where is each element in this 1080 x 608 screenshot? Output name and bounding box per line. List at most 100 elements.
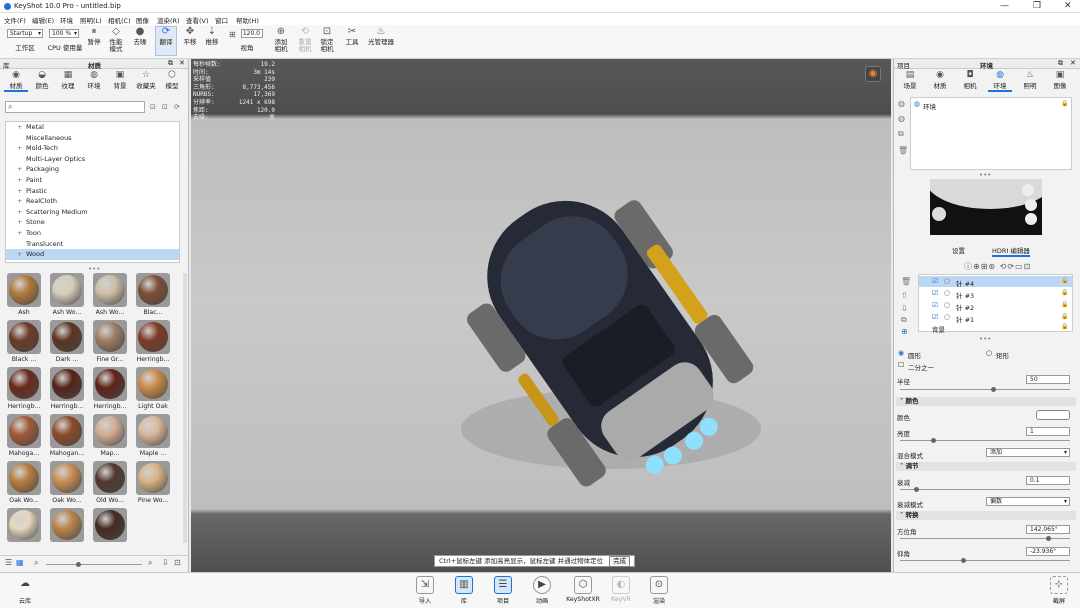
section-transform[interactable]: ˅ 转换	[896, 511, 1076, 520]
checkbox-icon[interactable]: ☑	[932, 313, 938, 321]
checkbox-icon[interactable]: ☑	[932, 289, 938, 297]
thumbnail-size-slider[interactable]	[46, 564, 142, 565]
panel-close-icon[interactable]: ✕	[179, 59, 185, 67]
move-down-icon[interactable]: ⇩	[901, 304, 908, 313]
section-adjust[interactable]: ˅ 调节	[896, 462, 1076, 471]
tree-item-multi-layer-optics[interactable]: Multi-Layer Optics	[6, 154, 179, 165]
pin-row-2[interactable]: ☑ ○ 针 #2 🔒	[919, 300, 1072, 312]
delete-pin-icon[interactable]: 🗑	[901, 277, 911, 286]
tree-item-plastic[interactable]: + Plastic	[6, 186, 179, 197]
import-folder-icon[interactable]: ⊡	[150, 103, 156, 111]
falloff-slider[interactable]	[900, 489, 1070, 490]
material-thumbnail[interactable]: Fine Gr...	[91, 320, 129, 363]
folder-icon[interactable]: ⊡	[1024, 262, 1032, 271]
tab-lighting[interactable]: ♨ 照明	[1018, 70, 1042, 90]
close-button[interactable]: ✕	[1064, 1, 1072, 11]
tab-image[interactable]: ▣ 图像	[1048, 70, 1072, 90]
material-thumbnail[interactable]: Old Wo...	[91, 461, 129, 504]
save-icon[interactable]: ▭	[1015, 262, 1024, 271]
realtime-render-icon[interactable]: ◉	[865, 66, 881, 82]
list-view-icon[interactable]: ☰	[5, 558, 12, 567]
reset-camera-button[interactable]: ⟲ 重置 相机	[294, 27, 316, 53]
menu-image[interactable]: 图像	[136, 15, 149, 25]
pin-row-3[interactable]: ☑ ○ 针 #3 🔒	[919, 288, 1072, 300]
menu-environment[interactable]: 环境	[60, 15, 73, 25]
tab-textures[interactable]: ▦ 纹理	[56, 70, 80, 90]
environment-item[interactable]: ◍ 环境 🔒	[911, 100, 1071, 111]
download-icon[interactable]: ⇩	[162, 558, 169, 567]
hdri-preview[interactable]	[930, 179, 1042, 235]
lock-icon[interactable]: 🔒	[1061, 323, 1068, 330]
render-viewport[interactable]: 每秒帧数: 19.2 时间: 3m 14s 采样值 239 三角形: 8,773,456 NUR…	[191, 59, 891, 572]
add-pin-icon[interactable]: ⊕	[973, 262, 981, 271]
lock-camera-button[interactable]: ⊡ 锁定 相机	[316, 27, 338, 53]
splitter-handle[interactable]: •••	[979, 335, 991, 343]
half-checkbox[interactable]: ☐	[898, 361, 904, 369]
tools-button[interactable]: ✂ 工具	[344, 27, 360, 46]
falloff-input[interactable]: 0.1	[1026, 476, 1070, 485]
menu-view[interactable]: 查看(V)	[186, 15, 209, 25]
pause-button[interactable]: ⏸ 暂停	[86, 27, 102, 46]
material-thumbnail[interactable]: Pine Wo...	[134, 461, 172, 504]
tab-scene[interactable]: ▤ 场景	[898, 70, 922, 90]
tab-camera[interactable]: ◘ 相机	[958, 70, 982, 90]
panel-close-icon[interactable]: ✕	[1070, 59, 1076, 67]
section-color[interactable]: ˅ 颜色	[896, 397, 1076, 406]
tree-item-stone[interactable]: + Stone	[6, 217, 179, 228]
tab-backplates[interactable]: ▣ 背景	[108, 70, 132, 90]
move-up-icon[interactable]: ⇧	[901, 291, 908, 300]
lock-icon[interactable]: 🔒	[1061, 313, 1068, 320]
splitter-handle[interactable]: •••	[88, 265, 100, 273]
material-thumbnail[interactable]	[48, 508, 86, 544]
cpu-usage-select[interactable]: 100 %	[49, 29, 79, 38]
tab-favorites[interactable]: ☆ 收藏夹	[134, 70, 158, 90]
color-swatch[interactable]	[1036, 410, 1070, 420]
target-icon[interactable]: ⊕	[901, 327, 908, 336]
workspace-select[interactable]: Startup	[7, 29, 43, 38]
material-thumbnail[interactable]: Ash	[5, 273, 43, 316]
tree-item-miscellaneous[interactable]: Miscellaneous	[6, 133, 179, 144]
tab-settings[interactable]: 设置	[952, 245, 965, 255]
tree-item-paint[interactable]: + Paint	[6, 175, 179, 186]
material-thumbnail[interactable]: Map...	[91, 414, 129, 457]
render-button[interactable]: ⊙ 渲染	[644, 576, 674, 605]
tree-item-metal[interactable]: + Metal	[6, 122, 179, 133]
material-thumbnail[interactable]: Oak Wo...	[48, 461, 86, 504]
lock-icon[interactable]: 🔒	[1061, 301, 1068, 308]
radius-knob[interactable]	[991, 387, 996, 392]
rectangle-radio[interactable]: ○	[986, 349, 992, 357]
material-thumbnail[interactable]: Dark ...	[48, 320, 86, 363]
fov-input[interactable]: 120.0	[241, 29, 263, 38]
elevation-input[interactable]: -23.936°	[1026, 547, 1070, 556]
pin-row-4[interactable]: ☑ ○ 针 #4 🔒	[919, 276, 1072, 288]
tree-item-scattering-medium[interactable]: + Scattering Medium	[6, 207, 179, 218]
grid-view-icon[interactable]: ▦	[16, 558, 24, 567]
done-button[interactable]: 完成	[609, 556, 631, 567]
screenshot-button[interactable]: ⊹ 截屏	[1044, 576, 1074, 605]
tree-item-packaging[interactable]: + Packaging	[6, 164, 179, 175]
material-thumbnail[interactable]: Black ...	[5, 320, 43, 363]
library-refresh-icon[interactable]: ⟳	[174, 103, 180, 111]
library-button[interactable]: ▥ 库	[449, 576, 479, 605]
menu-help[interactable]: 帮助(H)	[236, 15, 259, 25]
tree-item-translucent[interactable]: Translucent	[6, 239, 179, 250]
sync-icon[interactable]: ⟳	[1007, 262, 1015, 271]
azimuth-slider[interactable]	[900, 538, 1070, 539]
brightness-input[interactable]: 1	[1026, 427, 1070, 436]
refresh-button[interactable]: ⟳ 翻译	[155, 26, 177, 56]
maximize-button[interactable]: ❐	[1033, 1, 1041, 11]
pan-button[interactable]: ✥ 平移	[181, 27, 199, 46]
thumbnail-size-knob[interactable]	[76, 562, 81, 567]
material-thumbnail[interactable]	[5, 508, 43, 544]
menu-edit[interactable]: 编辑(E)	[32, 15, 54, 25]
azimuth-knob[interactable]	[1046, 536, 1051, 541]
material-thumbnail[interactable]: Light Oak	[134, 367, 172, 410]
brightness-knob[interactable]	[931, 438, 936, 443]
radius-slider[interactable]	[900, 389, 1070, 390]
light-pin-icon[interactable]: ⊛	[988, 262, 996, 271]
circle-radio[interactable]: ◉	[898, 349, 904, 357]
elevation-knob[interactable]	[961, 558, 966, 563]
project-button[interactable]: ☰ 项目	[488, 576, 518, 605]
pin-row-1[interactable]: ☑ ○ 针 #1 🔒	[919, 312, 1072, 324]
tab-hdri-editor[interactable]: HDRI 编辑器	[992, 245, 1030, 257]
